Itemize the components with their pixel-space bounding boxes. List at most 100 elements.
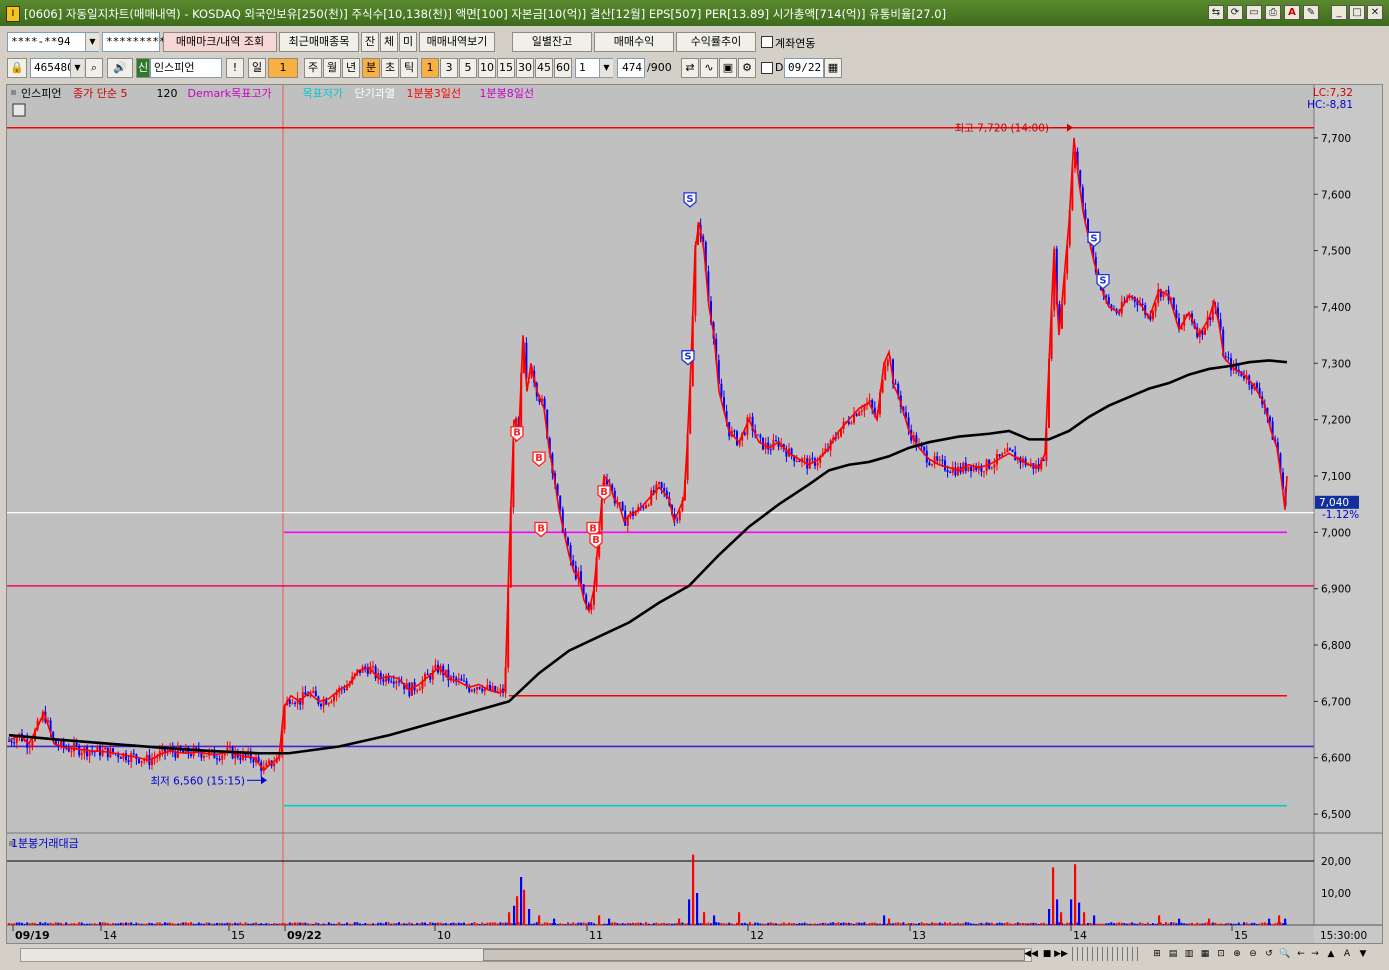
password-input[interactable]: ********* [102, 32, 166, 52]
stop-icon[interactable]: ■ [1040, 947, 1054, 961]
minimize-icon[interactable]: _ [1331, 5, 1347, 20]
candle-body [642, 507, 645, 509]
price-chart[interactable]: 인스피언 종가 단순 5 120 Demark목표고가 목표저가 단기과열 1분봉3일선 1분… [7, 85, 1382, 943]
period-month-button[interactable]: 월 [323, 58, 341, 78]
speaker-icon[interactable]: 🔊 [107, 58, 133, 78]
volume-spike [553, 918, 556, 925]
period-day-button[interactable]: 일 [248, 58, 266, 78]
split-icon[interactable]: ▥ [1182, 947, 1196, 961]
undo-icon[interactable]: ↺ [1262, 947, 1276, 961]
settings-icon[interactable]: ✎ [1303, 5, 1319, 20]
config-icon[interactable]: ⚙ [738, 58, 756, 78]
minute-3-button[interactable]: 3 [440, 58, 458, 78]
play-forward-icon[interactable]: ▶▶ [1054, 947, 1068, 961]
print-icon[interactable]: ⎙ [1265, 5, 1281, 20]
candle-body [130, 753, 133, 762]
zoom-in-icon[interactable]: ⊕ [1230, 947, 1244, 961]
arrow-down-icon[interactable]: ▼ [1356, 947, 1370, 961]
recent-trades-button[interactable]: 최근매매종목 [279, 32, 359, 52]
maximize-icon[interactable]: □ [1349, 5, 1365, 20]
arrow-up-icon[interactable]: ▲ [1324, 947, 1338, 961]
font-icon[interactable]: A [1340, 947, 1354, 961]
lock-icon[interactable]: 🔒 [7, 58, 27, 78]
refresh-icon[interactable]: ⟳ [1227, 5, 1243, 20]
trade-profit-button[interactable]: 매매수익 [594, 32, 674, 52]
account-link-label: 계좌연동 [775, 37, 816, 50]
layout-icon[interactable]: ▤ [1166, 947, 1180, 961]
calendar-icon[interactable]: ▦ [824, 58, 842, 78]
volume-bar [65, 922, 68, 925]
speed-slider[interactable] [1072, 947, 1142, 961]
volume-bar [806, 923, 809, 925]
play-back-icon[interactable]: ◀◀ [1024, 947, 1038, 961]
day-count-select[interactable]: 1 [268, 58, 298, 78]
grid-icon[interactable]: ▦ [1198, 947, 1212, 961]
account-dropdown-icon[interactable]: ▼ [85, 33, 99, 51]
volume-bar [910, 923, 913, 925]
volume-bar [182, 922, 185, 925]
arrow-right-icon[interactable]: → [1308, 947, 1322, 961]
chart-area[interactable]: 인스피언 종가 단순 5 120 Demark목표고가 목표저가 단기과열 1분봉3일선 1분… [6, 84, 1383, 944]
unfilled-button[interactable]: 미 [399, 32, 417, 52]
balance-button[interactable]: 잔 [361, 32, 379, 52]
volume-bar [104, 922, 107, 925]
period-week-button[interactable]: 주 [304, 58, 322, 78]
close-icon[interactable]: ✕ [1367, 5, 1383, 20]
minute-10-button[interactable]: 10 [478, 58, 496, 78]
date-input[interactable]: 09/22 [784, 58, 824, 78]
minute-60-button[interactable]: 60 [554, 58, 572, 78]
candle-body [325, 699, 328, 705]
magnify-icon[interactable]: 🔍 [1278, 947, 1292, 961]
filled-button[interactable]: 체 [380, 32, 398, 52]
volume-bar [634, 922, 637, 925]
volume-bar [1014, 923, 1017, 925]
daily-balance-button[interactable]: 일별잔고 [512, 32, 592, 52]
zoom-out-icon[interactable]: ⊖ [1246, 947, 1260, 961]
volume-bar [561, 923, 564, 925]
alert-button[interactable]: ! [226, 58, 244, 78]
volume-bar [236, 923, 239, 925]
period-tick-button[interactable]: 틱 [400, 58, 418, 78]
minute-5-button[interactable]: 5 [459, 58, 477, 78]
zoom-box-icon[interactable]: ⊞ [1150, 947, 1164, 961]
view-trades-button[interactable]: 매매내역보기 [419, 32, 495, 52]
minute-1-button[interactable]: 1 [421, 58, 439, 78]
candle-body [678, 511, 681, 520]
save-icon[interactable]: ▣ [719, 58, 737, 78]
d-checkbox[interactable] [761, 62, 773, 74]
minute-30-button[interactable]: 30 [516, 58, 534, 78]
volume-bar [405, 923, 408, 925]
minute-15-button[interactable]: 15 [497, 58, 515, 78]
scrollbar-thumb[interactable] [483, 949, 1025, 961]
fit-icon[interactable]: ⊡ [1214, 947, 1228, 961]
period-second-button[interactable]: 초 [381, 58, 399, 78]
code-dropdown-icon[interactable]: ▼ [70, 59, 84, 77]
period-minute-button[interactable]: 분 [362, 58, 380, 78]
stock-name-field[interactable]: 인스피언 [150, 58, 222, 78]
volume-bar [494, 922, 497, 925]
period-year-button[interactable]: 년 [342, 58, 360, 78]
volume-bar [374, 923, 377, 925]
marker-label: S [1090, 233, 1097, 244]
volume-bar [574, 923, 577, 925]
link-icon[interactable]: ⇆ [1208, 5, 1224, 20]
compare-icon[interactable]: ⇄ [681, 58, 699, 78]
volume-bar [1037, 923, 1040, 925]
font-size-icon[interactable]: A [1284, 5, 1300, 20]
legend-item: 단기과열 [355, 87, 395, 100]
return-trend-button[interactable]: 수익률추이 [676, 32, 756, 52]
minute-45-button[interactable]: 45 [535, 58, 553, 78]
volume-bar [18, 922, 21, 925]
horizontal-scrollbar[interactable] [20, 948, 1032, 962]
arrow-left-icon[interactable]: ← [1294, 947, 1308, 961]
search-icon[interactable]: ⌕ [85, 58, 103, 78]
trade-mark-query-button[interactable]: 매매마크/내역 조회 [163, 32, 277, 52]
volume-bar [600, 924, 603, 925]
candle-body [195, 747, 198, 749]
count-input[interactable]: 474 [617, 58, 645, 78]
account-link-checkbox[interactable] [761, 36, 773, 48]
minute-dropdown-icon[interactable]: ▼ [599, 59, 613, 77]
chart-tool-icon[interactable]: ∿ [700, 58, 718, 78]
volume-bar [359, 923, 361, 925]
screen-icon[interactable]: ▭ [1246, 5, 1262, 20]
